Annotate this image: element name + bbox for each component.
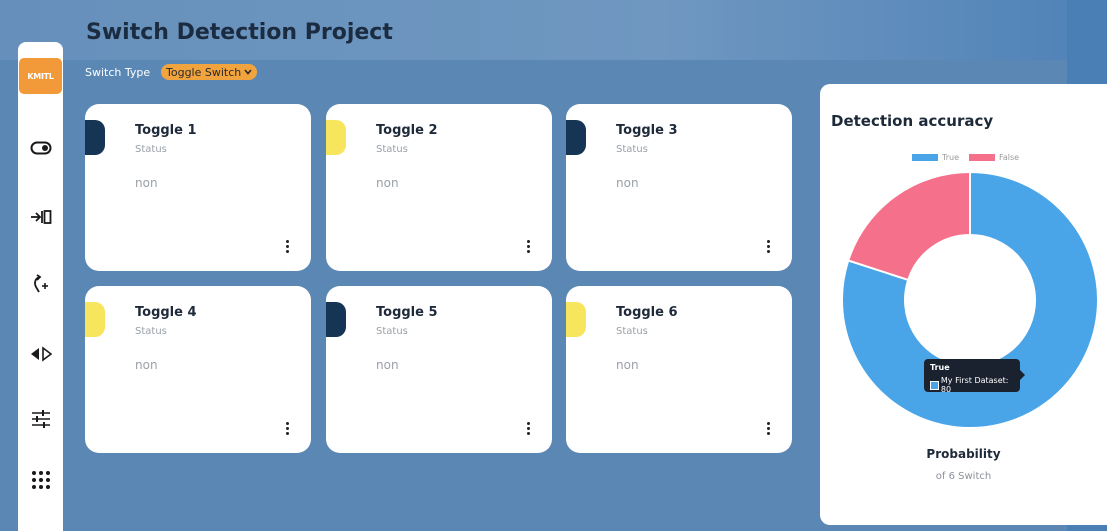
probability-label: Probability <box>926 447 1001 461</box>
more-options-icon[interactable] <box>522 418 534 438</box>
legend-label-false: False <box>999 153 1020 162</box>
card-title: Toggle 2 <box>376 123 438 138</box>
card-title: Toggle 6 <box>616 305 678 320</box>
card-status-value: non <box>135 176 158 190</box>
sidebar: KMITL <box>18 42 63 531</box>
rotate-add-icon <box>34 274 48 293</box>
panel-title: Detection accuracy <box>831 112 994 130</box>
sidebar-item-grid[interactable] <box>26 467 56 493</box>
legend-item-true[interactable]: True <box>912 153 959 162</box>
switch-card: Toggle 4 Status non <box>85 286 311 453</box>
switch-card: Toggle 5 Status non <box>326 286 552 453</box>
sidebar-item-toggle[interactable] <box>26 135 56 161</box>
detection-accuracy-panel: Detection accuracy True False True My Fi… <box>820 84 1107 525</box>
card-status-label: Status <box>135 326 167 337</box>
page-title: Switch Detection Project <box>86 20 393 45</box>
tooltip-text: My First Dataset: 80 <box>940 376 1009 394</box>
switch-type-value: Toggle Switch <box>166 65 242 79</box>
chart-tooltip: True My First Dataset: 80 <box>924 359 1025 394</box>
more-options-icon[interactable] <box>762 236 774 256</box>
kmitl-logo: KMITL <box>19 58 62 94</box>
card-accent <box>85 302 105 337</box>
card-accent <box>566 120 586 155</box>
probability-subtitle: of 6 Switch <box>935 471 992 482</box>
legend-swatch-true <box>912 154 938 161</box>
chevron-down-icon <box>244 69 252 75</box>
chart-legend: True False <box>912 153 1019 162</box>
more-options-icon[interactable] <box>281 236 293 256</box>
more-options-icon[interactable] <box>762 418 774 438</box>
tooltip-title: True <box>930 363 950 372</box>
card-status-value: non <box>376 358 399 372</box>
switch-type-label: Switch Type <box>85 66 151 79</box>
sidebar-item-arrows[interactable] <box>26 341 56 367</box>
switch-card: Toggle 3 Status non <box>566 104 792 271</box>
card-status-value: non <box>376 176 399 190</box>
switch-card: Toggle 2 Status non <box>326 104 552 271</box>
donut-slice-false[interactable] <box>847 170 971 282</box>
card-accent <box>326 302 346 337</box>
sidebar-item-login[interactable] <box>26 204 56 230</box>
legend-item-false[interactable]: False <box>969 153 1019 162</box>
card-title: Toggle 4 <box>135 305 197 320</box>
card-accent <box>326 120 346 155</box>
card-accent <box>85 120 105 155</box>
card-title: Toggle 1 <box>135 123 197 138</box>
switch-card: Toggle 6 Status non <box>566 286 792 453</box>
card-status-label: Status <box>376 326 408 337</box>
card-status-value: non <box>616 358 639 372</box>
card-title: Toggle 3 <box>616 123 678 138</box>
sidebar-item-rotate[interactable] <box>26 272 56 298</box>
legend-swatch-false <box>969 154 995 161</box>
card-status-value: non <box>616 176 639 190</box>
login-icon <box>31 210 52 224</box>
card-status-label: Status <box>135 144 167 155</box>
card-status-value: non <box>135 358 158 372</box>
grid-icon <box>32 471 50 489</box>
more-options-icon[interactable] <box>281 418 293 438</box>
card-status-label: Status <box>616 326 648 337</box>
toggle-icon <box>30 141 52 155</box>
arrows-left-right-icon <box>31 346 52 362</box>
more-options-icon[interactable] <box>522 236 534 256</box>
tooltip-swatch <box>930 380 939 390</box>
card-title: Toggle 5 <box>376 305 438 320</box>
legend-label-true: True <box>942 153 959 162</box>
sliders-icon <box>32 410 50 428</box>
switch-card: Toggle 1 Status non <box>85 104 311 271</box>
card-status-label: Status <box>616 144 648 155</box>
card-status-label: Status <box>376 144 408 155</box>
switch-type-select[interactable]: Toggle Switch <box>161 64 258 80</box>
sidebar-item-sliders[interactable] <box>26 406 56 432</box>
card-accent <box>566 302 586 337</box>
